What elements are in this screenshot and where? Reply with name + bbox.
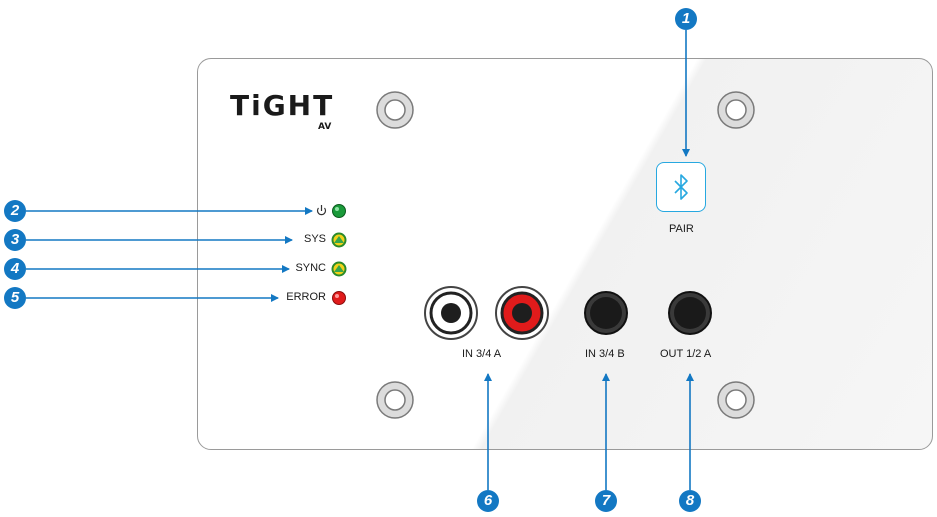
mounting-screw-bottom-left [376,381,414,419]
led-sys-label: SYS [303,233,326,245]
power-icon [316,205,327,216]
mounting-screw-top-right [717,91,755,129]
callout-badge-2: 2 [4,200,26,222]
callout-badge-7: 7 [595,490,617,512]
led-error-label: ERROR [286,291,326,303]
audio-jack-in-b[interactable] [584,291,628,335]
rca-jack-red[interactable] [495,286,549,340]
port-label-in-b: IN 3/4 B [585,348,625,360]
callout-badge-3: 3 [4,229,26,251]
audio-jack-out-a[interactable] [668,291,712,335]
led-error [332,291,346,305]
mounting-screw-top-left [376,91,414,129]
port-label-out-a: OUT 1/2 A [660,348,712,360]
led-power [332,204,346,218]
bluetooth-pair-button[interactable] [656,162,706,212]
mounting-screw-bottom-right [717,381,755,419]
led-sys [331,232,347,248]
led-sync-label: SYNC [295,262,326,274]
led-sync [331,261,347,277]
callout-badge-1: 1 [675,8,697,30]
pair-label: PAIR [669,223,694,235]
callout-badge-4: 4 [4,258,26,280]
bluetooth-icon [674,174,688,200]
callout-badge-8: 8 [679,490,701,512]
port-label-in-a: IN 3/4 A [462,348,502,360]
rca-jack-white[interactable] [424,286,478,340]
panel-graphics [26,30,755,490]
callout-badge-5: 5 [4,287,26,309]
callout-badge-6: 6 [477,490,499,512]
